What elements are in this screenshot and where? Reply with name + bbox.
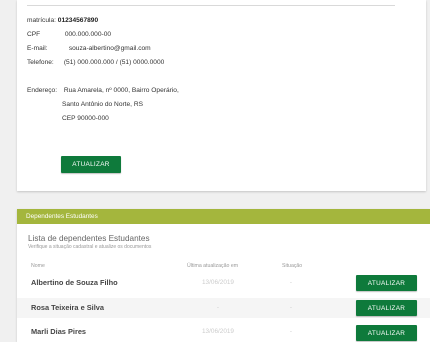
- endereco-line3: CEP 90000-000: [62, 115, 109, 122]
- dependent-last-update: 13/06/2019: [202, 279, 234, 286]
- dependent-last-update: 13/06/2019: [202, 328, 234, 335]
- table-row: Rosa Teixeira e Silva - - ATUALIZAR: [17, 298, 430, 318]
- cpf-value: 000.000.000-00: [64, 31, 112, 38]
- column-header-last-update: Última atualização em: [187, 263, 239, 269]
- matricula-label: matrícula:: [27, 17, 56, 24]
- email-row: E-mail: souza-albertino@gmail.com: [27, 45, 151, 52]
- endereco-label: Endereço:: [27, 87, 58, 94]
- dependent-status: -: [289, 304, 293, 311]
- dependent-last-update: -: [216, 304, 220, 311]
- telefone-row: Telefone: (51) 000.000.000 / (51) 0000.0…: [27, 59, 164, 66]
- email-value: souza-albertino@gmail.com: [68, 45, 151, 52]
- table-row: Albertino de Souza Filho 13/06/2019 - AT…: [17, 273, 430, 293]
- column-header-name: Nome: [31, 263, 45, 269]
- telefone-value: (51) 000.000.000 / (51) 0000.0000: [63, 59, 165, 66]
- dependent-name: Rosa Teixeira e Silva: [31, 303, 104, 312]
- endereco-line2: Santo Antônio do Norte, RS: [62, 101, 144, 108]
- divider: [27, 5, 395, 6]
- endereco-line1: Rua Amarela, nº 0000, Bairro Operário,: [63, 87, 179, 94]
- cpf-label: CPF: [27, 31, 41, 38]
- cpf-row: CPF 000.000.000-00: [27, 31, 111, 38]
- dependents-header: Dependentes Estudantes: [17, 209, 430, 224]
- update-profile-button[interactable]: ATUALIZAR: [61, 156, 121, 173]
- matricula-value: 01234567890: [57, 17, 99, 24]
- dependent-name: Marli Dias Pires: [31, 327, 87, 336]
- dependent-status: -: [289, 328, 293, 335]
- table-row: Marli Dias Pires 13/06/2019 - ATUALIZAR: [17, 322, 430, 342]
- matricula-row: matrícula: 01234567890: [27, 17, 98, 24]
- profile-card: matrícula: 01234567890 CPF 000.000.000-0…: [17, 0, 426, 191]
- dependent-status: -: [289, 279, 293, 286]
- list-title: Lista de dependentes Estudantes: [28, 234, 150, 243]
- update-dependent-button[interactable]: ATUALIZAR: [356, 300, 417, 316]
- dependent-name: Albertino de Souza Filho: [31, 278, 118, 287]
- list-subtitle: Verifique a situação cadastral e atualiz…: [28, 244, 152, 250]
- dependents-card: Dependentes Estudantes Lista de dependen…: [17, 209, 430, 342]
- column-header-status: Situação: [282, 263, 303, 269]
- update-dependent-button[interactable]: ATUALIZAR: [356, 325, 417, 341]
- telefone-label: Telefone:: [27, 59, 54, 66]
- update-dependent-button[interactable]: ATUALIZAR: [356, 275, 417, 291]
- endereco-row: Endereço: Rua Amarela, nº 0000, Bairro O…: [27, 87, 179, 94]
- email-label: E-mail:: [27, 45, 48, 52]
